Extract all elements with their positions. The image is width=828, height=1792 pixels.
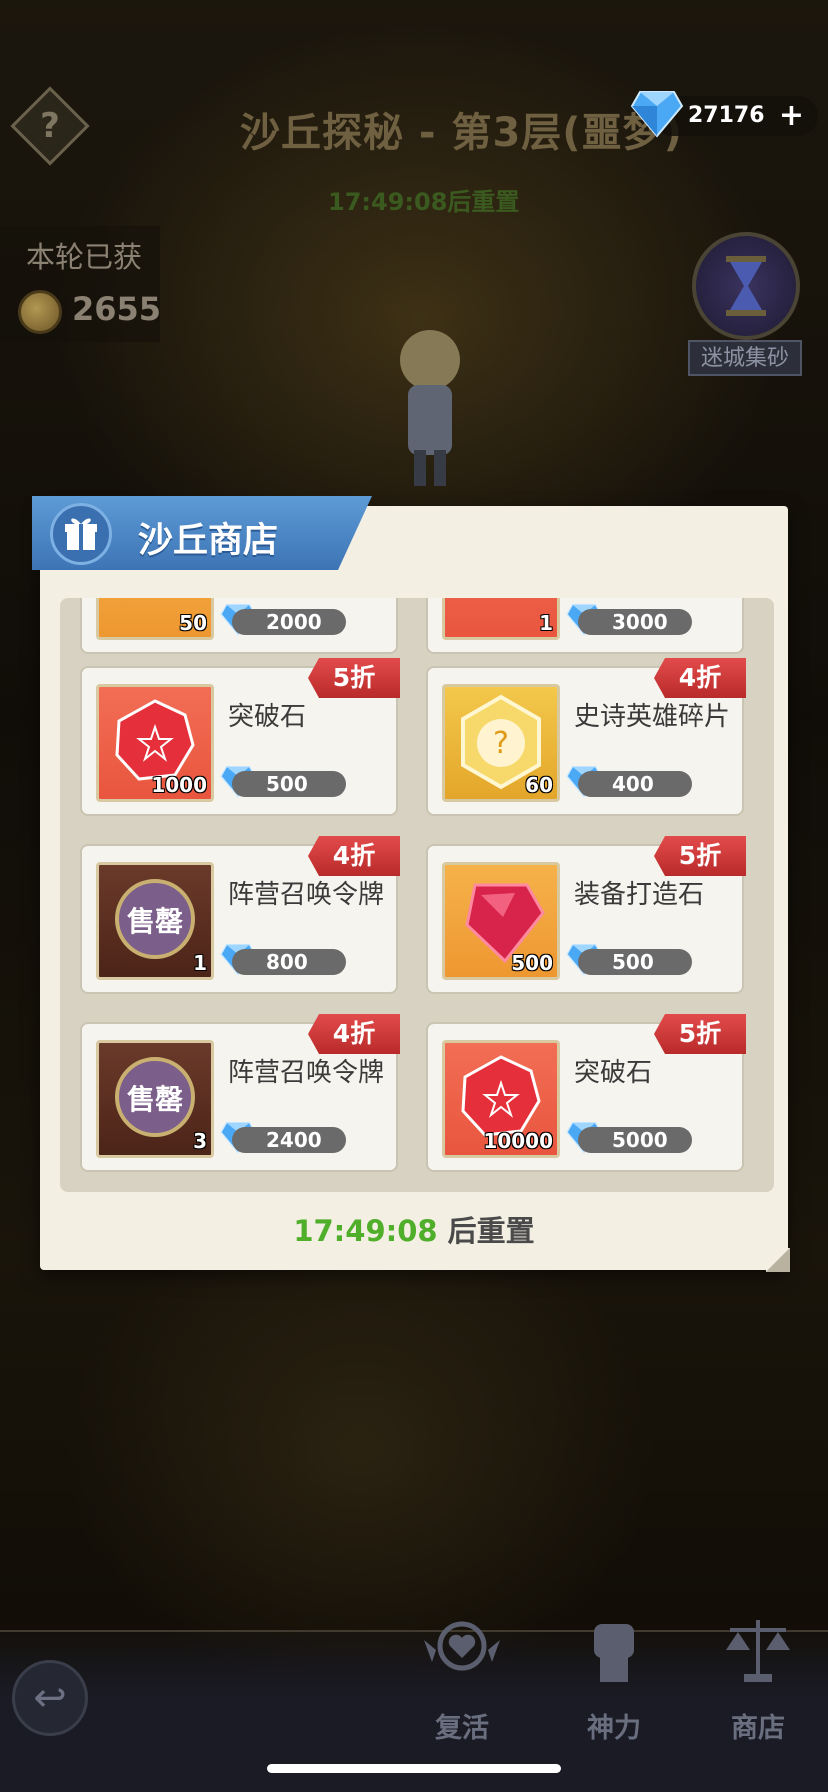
hourglass-button[interactable] bbox=[692, 232, 800, 340]
item-quantity: 3 bbox=[193, 1129, 207, 1153]
round-coin-count: 2655 bbox=[72, 290, 162, 328]
svg-text:?: ? bbox=[493, 726, 509, 761]
item-price: 3000 bbox=[578, 609, 692, 635]
item-price: 2400 bbox=[232, 1127, 346, 1153]
shop-item-card-partial[interactable]: 1 3000 bbox=[426, 598, 744, 654]
item-price-value: 500 bbox=[266, 772, 308, 796]
svg-text:售罄: 售罄 bbox=[127, 905, 183, 938]
nav-revive[interactable]: 复活 bbox=[402, 1610, 522, 1744]
fist-icon bbox=[594, 1624, 634, 1682]
item-quantity: 1 bbox=[193, 951, 207, 975]
discount-badge: 5折 bbox=[654, 1014, 746, 1054]
discount-badge: 5折 bbox=[654, 836, 746, 876]
item-price: 500 bbox=[232, 771, 346, 797]
item-name: 装备打造石 bbox=[574, 880, 705, 910]
item-thumbnail: 50 bbox=[96, 598, 214, 640]
item-price-value: 5000 bbox=[612, 1128, 668, 1152]
item-price-value: 2400 bbox=[266, 1128, 322, 1152]
coin-icon bbox=[18, 290, 62, 334]
shop-item-card[interactable]: 1000 突破石 500 5折 bbox=[80, 658, 400, 816]
gem-balance: 27176 + bbox=[630, 91, 818, 138]
svg-text:售罄: 售罄 bbox=[127, 1083, 183, 1116]
shop-item-card[interactable]: 10000 突破石 5000 5折 bbox=[426, 1014, 746, 1172]
item-thumbnail: 售罄 3 bbox=[96, 1040, 214, 1158]
discount-badge: 4折 bbox=[308, 1014, 400, 1054]
back-arrow-icon: ↩ bbox=[33, 1675, 67, 1721]
floor-reset-timer: 17:49:08后重置 bbox=[328, 188, 520, 216]
item-quantity: 500 bbox=[511, 951, 553, 975]
diamond-icon bbox=[630, 91, 684, 138]
item-thumbnail: 500 bbox=[442, 862, 560, 980]
gem-count: 27176 bbox=[688, 103, 765, 128]
scales-icon bbox=[726, 1620, 790, 1682]
item-price-value: 800 bbox=[266, 950, 308, 974]
round-label: 本轮已获 bbox=[26, 240, 143, 274]
item-thumbnail: 1 bbox=[442, 598, 560, 640]
item-price: 400 bbox=[578, 771, 692, 797]
nav-shop[interactable]: 商店 bbox=[698, 1610, 818, 1744]
nav-shop-label: 商店 bbox=[731, 1713, 785, 1744]
item-price: 2000 bbox=[232, 609, 346, 635]
item-price: 500 bbox=[578, 949, 692, 975]
item-name: 史诗英雄碎片 bbox=[574, 702, 731, 732]
gift-box-icon bbox=[50, 503, 112, 565]
item-quantity: 1000 bbox=[151, 773, 207, 797]
shop-item-card[interactable]: ? 60 史诗英雄碎片 400 4折 bbox=[426, 658, 746, 816]
nav-revive-label: 复活 bbox=[435, 1713, 489, 1744]
shop-item-grid[interactable]: 50 2000 1 3000 1000 突破石 500 5折 ? 60 史诗英雄… bbox=[60, 598, 774, 1192]
discount-badge: 5折 bbox=[308, 658, 400, 698]
shop-item-card[interactable]: 500 装备打造石 500 5折 bbox=[426, 836, 746, 994]
shop-reset-line: 17:49:08 后重置 bbox=[0, 1208, 828, 1250]
item-thumbnail: ? 60 bbox=[442, 684, 560, 802]
shop-title: 沙丘商店 bbox=[138, 521, 279, 561]
hourglass-icon bbox=[726, 256, 766, 316]
back-button[interactable]: ↩ bbox=[12, 1660, 88, 1736]
item-thumbnail: 1000 bbox=[96, 684, 214, 802]
item-price: 800 bbox=[232, 949, 346, 975]
item-name: 阵营召唤令牌 bbox=[228, 880, 385, 910]
item-quantity: 10000 bbox=[483, 1129, 553, 1153]
shop-reset-suffix: 后重置 bbox=[437, 1214, 535, 1248]
shop-reset-time: 17:49:08 bbox=[293, 1214, 438, 1248]
item-quantity: 50 bbox=[179, 611, 207, 635]
hourglass-label: 迷城集砂 bbox=[688, 340, 802, 376]
add-gems-button[interactable]: + bbox=[779, 98, 804, 133]
nav-divine[interactable]: 神力 bbox=[554, 1610, 674, 1744]
item-quantity: 1 bbox=[539, 611, 553, 635]
item-thumbnail: 售罄 1 bbox=[96, 862, 214, 980]
item-thumbnail: 10000 bbox=[442, 1040, 560, 1158]
shop-item-card[interactable]: 售罄 3 阵营召唤令牌 2400 4折 bbox=[80, 1014, 400, 1172]
item-price-value: 500 bbox=[612, 950, 654, 974]
item-price-value: 2000 bbox=[266, 610, 322, 634]
discount-badge: 4折 bbox=[308, 836, 400, 876]
item-price-value: 3000 bbox=[612, 610, 668, 634]
item-price: 5000 bbox=[578, 1127, 692, 1153]
item-name: 突破石 bbox=[574, 1058, 653, 1088]
item-quantity: 60 bbox=[525, 773, 553, 797]
item-price-value: 400 bbox=[612, 772, 654, 796]
help-icon: ? bbox=[40, 106, 60, 146]
home-indicator[interactable] bbox=[267, 1764, 561, 1773]
shop-item-card[interactable]: 售罄 1 阵营召唤令牌 800 4折 bbox=[80, 836, 400, 994]
modal-page-curl bbox=[766, 1248, 790, 1272]
discount-badge: 4折 bbox=[654, 658, 746, 698]
shop-item-card-partial[interactable]: 50 2000 bbox=[80, 598, 398, 654]
item-name: 突破石 bbox=[228, 702, 307, 732]
item-name: 阵营召唤令牌 bbox=[228, 1058, 385, 1088]
nav-divine-label: 神力 bbox=[587, 1713, 641, 1744]
winged-heart-icon bbox=[424, 1621, 500, 1671]
